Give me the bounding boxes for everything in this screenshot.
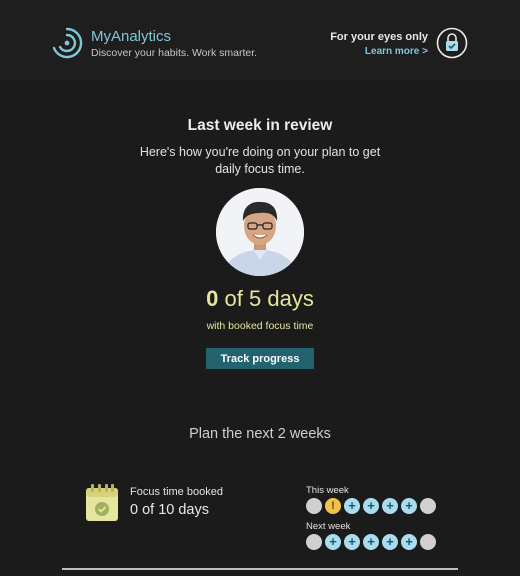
lock-icon bbox=[436, 27, 468, 59]
review-subtitle: Here's how you're doing on your plan to … bbox=[139, 145, 381, 176]
focus-time-label: Focus time booked bbox=[130, 486, 223, 498]
privacy-notice: For your eyes only bbox=[330, 31, 428, 43]
day-empty-icon bbox=[306, 534, 322, 550]
calendar-check-icon bbox=[86, 484, 118, 521]
plus-icon[interactable]: + bbox=[382, 534, 398, 550]
plus-icon[interactable]: + bbox=[363, 498, 379, 514]
plus-icon[interactable]: + bbox=[363, 534, 379, 550]
learn-more-link[interactable]: Learn more > bbox=[365, 46, 428, 57]
plus-icon[interactable]: + bbox=[344, 534, 360, 550]
booked-days-suffix: of 5 days bbox=[224, 286, 314, 311]
day-empty-icon bbox=[420, 534, 436, 550]
plus-icon[interactable]: + bbox=[344, 498, 360, 514]
divider bbox=[62, 568, 458, 570]
this-week-label: This week bbox=[306, 485, 349, 496]
plus-icon[interactable]: + bbox=[325, 534, 341, 550]
track-progress-button[interactable]: Track progress bbox=[206, 348, 314, 369]
plus-icon[interactable]: + bbox=[382, 498, 398, 514]
plan-title: Plan the next 2 weeks bbox=[189, 426, 331, 442]
next-week-label: Next week bbox=[306, 521, 351, 532]
avatar-image bbox=[216, 188, 304, 276]
booked-days-stat: 0 of 5 days bbox=[0, 286, 520, 312]
plus-icon[interactable]: + bbox=[401, 498, 417, 514]
booked-days-count: 0 bbox=[206, 286, 219, 311]
warning-icon[interactable]: ! bbox=[325, 498, 341, 514]
tagline: Discover your habits. Work smarter. bbox=[91, 47, 258, 59]
myanalytics-logo-icon bbox=[52, 27, 83, 59]
booked-days-caption: with booked focus time bbox=[206, 320, 314, 332]
avatar bbox=[216, 188, 304, 276]
brand-name: MyAnalytics bbox=[91, 28, 172, 45]
review-title: Last week in review bbox=[187, 117, 333, 134]
day-empty-icon bbox=[306, 498, 322, 514]
focus-time-value: 0 of 10 days bbox=[130, 502, 209, 518]
main-content: Last week in review Here's how you're do… bbox=[0, 80, 520, 576]
day-empty-icon bbox=[420, 498, 436, 514]
plus-icon[interactable]: + bbox=[401, 534, 417, 550]
header: MyAnalytics Discover your habits. Work s… bbox=[0, 0, 520, 80]
